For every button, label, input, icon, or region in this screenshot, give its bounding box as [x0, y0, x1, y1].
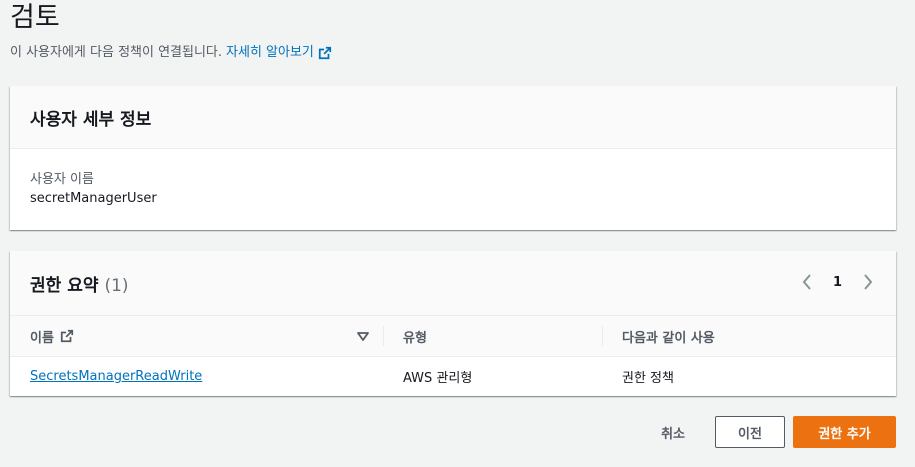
user-details-header: 사용자 세부 정보: [10, 86, 896, 149]
column-header-type[interactable]: 유형: [383, 316, 602, 357]
current-page-number[interactable]: 1: [833, 275, 842, 290]
page-title: 검토: [10, 2, 60, 33]
permissions-summary-header: 권한 요약 (1) 1: [10, 251, 896, 315]
column-header-name-label: 이름: [30, 330, 54, 346]
policy-type-cell: AWS 관리형: [403, 371, 473, 387]
next-page-button[interactable]: [860, 271, 876, 293]
page-description: 이 사용자에게 다음 정책이 연결됩니다. 자세히 알아보기: [10, 44, 332, 62]
table-row: SecretsManagerReadWrite AWS 관리형 권한 정책: [10, 357, 896, 397]
sort-caret-down-icon[interactable]: [357, 330, 369, 342]
action-buttons: 취소 이전 권한 추가: [661, 416, 896, 448]
table-header-row: 이름 유형 다음과 같이 사용: [10, 315, 896, 357]
chevron-left-icon: [802, 274, 811, 290]
policy-used-as-cell: 권한 정책: [622, 371, 674, 387]
policy-name-cell: SecretsManagerReadWrite: [10, 357, 383, 397]
permissions-summary-panel: 권한 요약 (1) 1 이름 유형 다음과 같이 사용 SecretsManag…: [10, 251, 896, 396]
learn-more-link[interactable]: 자세히 알아보기: [226, 44, 332, 62]
permissions-count: (1): [104, 275, 129, 296]
permissions-table: 이름 유형 다음과 같이 사용 SecretsManagerReadWrite …: [10, 315, 896, 397]
username-label: 사용자 이름: [30, 172, 94, 187]
pagination: 1: [799, 271, 876, 293]
chevron-right-icon: [864, 274, 873, 290]
previous-button[interactable]: 이전: [715, 416, 785, 448]
learn-more-label: 자세히 알아보기: [226, 45, 314, 60]
permissions-title-text: 권한 요약: [30, 275, 99, 296]
add-permissions-button[interactable]: 권한 추가: [793, 416, 896, 448]
permissions-summary-title: 권한 요약 (1): [30, 271, 129, 296]
previous-page-button[interactable]: [799, 271, 815, 293]
user-details-panel: 사용자 세부 정보 사용자 이름 secretManagerUser: [10, 86, 896, 230]
cancel-button[interactable]: 취소: [661, 416, 715, 448]
external-link-icon: [60, 329, 74, 343]
username-value: secretManagerUser: [30, 191, 157, 206]
column-header-used-as[interactable]: 다음과 같이 사용: [602, 316, 896, 357]
external-link-icon: [318, 46, 332, 60]
column-header-name[interactable]: 이름: [10, 316, 383, 357]
user-details-title: 사용자 세부 정보: [30, 109, 152, 130]
policy-name-link[interactable]: SecretsManagerReadWrite: [30, 369, 202, 384]
page-description-text: 이 사용자에게 다음 정책이 연결됩니다.: [10, 45, 223, 60]
